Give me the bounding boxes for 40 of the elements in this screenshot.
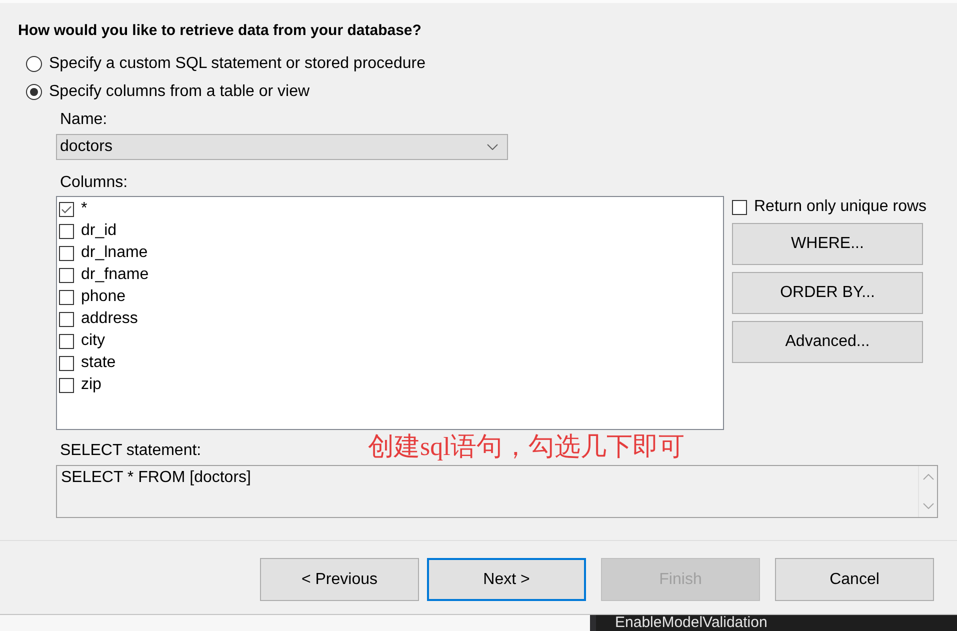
columns-list[interactable]: * dr_id dr_lname dr_fname phone address city state zip [56, 196, 724, 430]
clause-button[interactable]: ORDER BY... [732, 272, 923, 314]
radio-label[interactable]: Specify a custom SQL statement or stored procedure [49, 54, 426, 74]
radio-button[interactable] [26, 84, 42, 100]
checkbox[interactable] [59, 312, 74, 326]
radio-label[interactable]: Specify columns from a table or view [49, 82, 310, 102]
column-label[interactable]: phone [81, 287, 126, 307]
column-label[interactable]: dr_fname [81, 265, 149, 285]
chevron-down-icon [487, 144, 498, 150]
column-label[interactable]: * [81, 199, 88, 219]
table-dropdown[interactable]: doctors [56, 134, 508, 160]
annotation-text: 创建sql语句，勾选几下即可 [368, 432, 684, 462]
checkbox[interactable] [59, 202, 74, 216]
checkbox[interactable] [732, 200, 747, 214]
columns-label: Columns: [60, 173, 128, 193]
column-label[interactable]: city [81, 331, 105, 351]
checkbox[interactable] [59, 290, 74, 304]
checkbox[interactable] [59, 224, 74, 238]
clause-button[interactable]: Advanced... [732, 321, 923, 363]
nav-button[interactable]: < Previous [260, 558, 419, 601]
checkbox[interactable] [59, 356, 74, 370]
checkbox[interactable] [59, 246, 74, 260]
dialog-question: How would you like to retrieve data from your database? [18, 21, 422, 41]
name-label: Name: [60, 110, 108, 130]
column-label[interactable]: dr_lname [81, 243, 148, 263]
nav-button[interactable]: Cancel [775, 558, 934, 601]
radio-button[interactable] [26, 56, 42, 72]
checkbox[interactable] [59, 268, 74, 282]
select-statement-field[interactable]: SELECT * FROM [doctors] [56, 465, 938, 518]
code-text: EnableModelValidation [615, 615, 768, 631]
clause-button[interactable]: WHERE... [732, 223, 923, 265]
nav-button[interactable]: Next > [427, 558, 586, 601]
column-label[interactable]: dr_id [81, 221, 117, 241]
select-statement-label: SELECT statement: [60, 441, 202, 461]
column-label[interactable]: zip [81, 375, 102, 395]
column-label[interactable]: state [81, 353, 116, 373]
column-label[interactable]: address [81, 309, 138, 329]
checkbox[interactable] [59, 334, 74, 348]
checkbox[interactable] [59, 378, 74, 392]
checkbox-label[interactable]: Return only unique rows [754, 197, 927, 217]
